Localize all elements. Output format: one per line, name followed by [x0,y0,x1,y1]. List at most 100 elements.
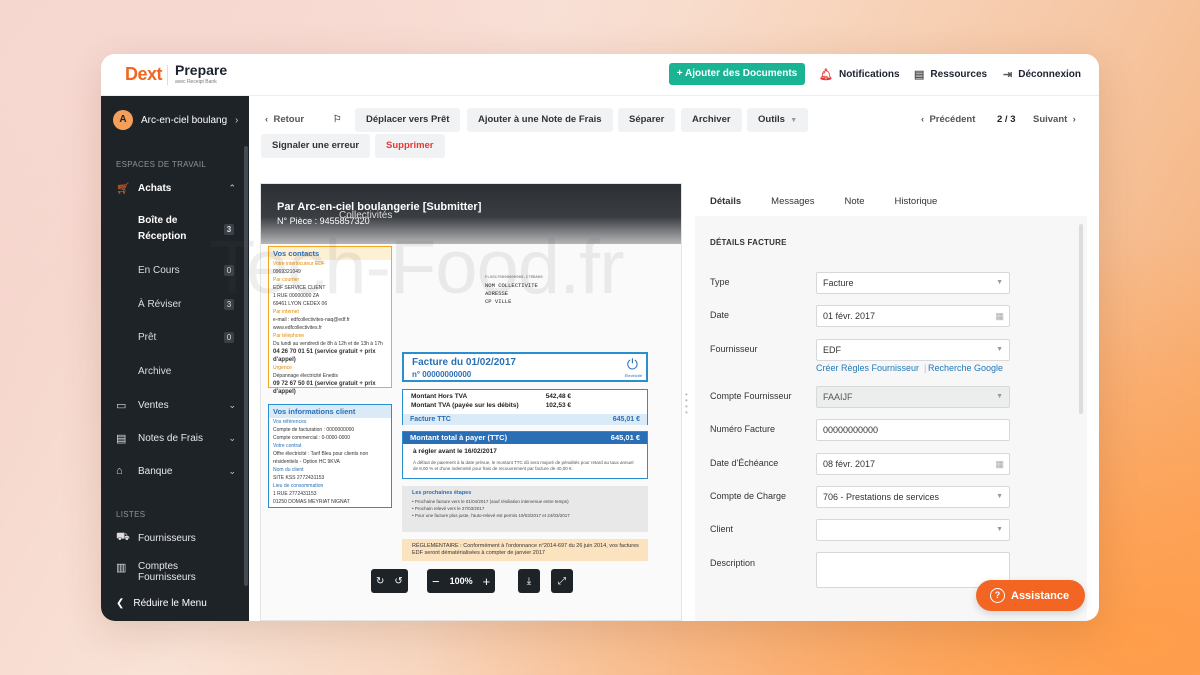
sidebar-item-label-cut: Fournisseurs [138,572,196,583]
info-line: 01250 DOMAS MEYRIAT NIGNAT [273,499,350,505]
back-button[interactable]: ‹ Retour [265,108,304,132]
sidebar-sub-inbox[interactable]: Boîte de Réception 3 [138,213,234,245]
tab-history[interactable]: Historique [880,188,953,216]
collapse-menu-button[interactable]: ❮ Réduire le Menu [116,598,207,609]
info-line: Compte commercial : 0-0000-0000 [273,435,350,441]
sidebar-sub-in-progress[interactable]: En Cours 0 [138,265,234,276]
card-icon: ▭ [116,399,127,412]
supplier-account-select[interactable]: FAAIJF ▼ [816,386,1010,408]
dext-logo[interactable]: Dext [125,64,163,85]
zoom-out-icon[interactable]: − [427,574,445,589]
fullscreen-icon[interactable]: ⤢ [551,569,573,593]
due-date-field[interactable]: 08 févr. 2017 ▦ [816,453,1010,475]
description-label: Description [710,558,756,568]
invoice-title-box: Facture du 01/02/2017 n° 00000000000 ⏻ É… [402,352,648,382]
google-search-link[interactable]: Recherche Google [928,363,1003,373]
collapse-left-icon: ❮ [116,598,125,609]
sidebar-sub-label: En Cours [138,265,180,276]
sidebar-item-notes-frais[interactable]: ▤ Notes de Frais ⌄ [116,428,236,448]
invoice-number: n° 00000000000 [412,370,472,379]
sidebar-item-banque[interactable]: ⌂ Banque ⌄ [116,461,236,481]
tab-messages[interactable]: Messages [756,188,829,216]
assistance-button[interactable]: ? Assistance [976,580,1085,611]
invoice-number-field[interactable]: 00000000000 [816,419,1010,441]
supplier-label: Fournisseur [710,344,758,354]
caret-down-icon: ▼ [996,279,1003,286]
amount-row: Montant Hors TVA 542,48 € [411,393,641,400]
address-line: CP VILLE [485,298,512,305]
payment-due: à régler avant le 16/02/2017 [413,448,497,455]
create-supplier-rules-link[interactable]: Créer Règles Fournisseur [816,363,919,373]
sidebar-sub-review[interactable]: À Réviser 3 [138,299,234,310]
sidebar-item-label-wrap: Comptes Fournisseurs [132,561,236,583]
product-subtitle: avec Receipt Bank [175,79,217,85]
resources-link[interactable]: ▤ Ressources [914,68,987,81]
payment-fine-print: À défaut de paiement à la date prévue, l… [413,460,634,471]
amount-row: Montant TVA (payée sur les débits) 102,5… [411,402,641,409]
count-badge: 3 [224,223,234,235]
report-error-button[interactable]: Signaler une erreur [261,134,371,158]
notifications-link[interactable]: 🔔︎ Notifications [819,68,900,81]
sidebar-item-label: Notes de Frais [138,432,204,444]
link-separator: | [924,363,927,373]
contacts-line: 0969321049 [273,269,301,275]
split-button[interactable]: Séparer [618,108,676,132]
flag-icon[interactable]: ⚐ [333,108,342,132]
logout-link[interactable]: ⇥ Déconnexion [1003,68,1081,81]
sidebar-item-fournisseurs[interactable]: ⛟︎ Fournisseurs [116,528,236,548]
panel-scrollbar[interactable] [1079,224,1083,414]
lists-heading: LISTES [116,510,146,519]
count-badge: 0 [224,265,234,276]
payment-header: Montant total à payer (TTC) 645,01 € [403,432,647,444]
account-name: Arc-en-ciel boulang... [141,114,227,126]
add-documents-button[interactable]: + Ajouter des Documents [669,63,805,85]
client-label: Client [710,524,734,534]
sidebar-item-label: Comptes [138,561,179,572]
contacts-line: 09 72 67 50 01 (service gratuit + prix d… [273,381,376,395]
back-label: Retour [273,114,305,125]
download-icon[interactable]: ⤓ [518,569,540,593]
archive-button[interactable]: Archiver [681,108,742,132]
sidebar-item-label: Achats [138,182,172,194]
caret-down-icon: ▼ [996,346,1003,353]
sidebar-item-ventes[interactable]: ▭ Ventes ⌄ [116,395,236,415]
logo-divider [167,65,168,85]
sidebar-item-achats[interactable]: 🛒︎ Achats ⌃ [116,178,236,198]
sidebar-sub-archive[interactable]: Archive [138,366,234,377]
previous-button[interactable]: ‹ Précédent [921,108,975,132]
contacts-line: Urgence [273,365,292,371]
tab-note[interactable]: Note [829,188,879,216]
client-select[interactable]: ▼ [816,519,1010,541]
add-to-expense-report-button[interactable]: Ajouter à une Note de Frais [467,108,613,132]
next-steps-box: Les prochaines étapes • Prochaine factur… [402,486,648,532]
next-button[interactable]: Suivant › [1033,108,1076,132]
document-viewer[interactable]: Vos contacts Votre interlocuteur EDF 096… [260,183,682,621]
cart-icon: 🛒︎ [116,182,130,195]
help-icon: ? [990,588,1005,603]
tools-label: Outils [758,114,785,125]
sidebar-sub-ready[interactable]: Prêt 0 [138,332,234,343]
move-to-ready-button[interactable]: Déplacer vers Prêt [355,108,461,132]
info-line: 1 RUE 2772431153 [273,491,317,497]
tools-dropdown[interactable]: Outils ▼ [747,108,809,132]
delete-button[interactable]: Supprimer [375,134,445,158]
date-field[interactable]: 01 févr. 2017 ▦ [816,305,1010,327]
charge-account-select[interactable]: 706 - Prestations de services ▼ [816,486,1010,508]
sidebar-scrollbar[interactable] [244,146,248,586]
document-header-overlay: Par Arc-en-ciel boulangerie [Submitter] … [261,184,681,244]
due-date-label: Date d'Échéance [710,458,779,468]
zoom-in-icon[interactable]: + [478,574,496,589]
supplier-select[interactable]: EDF ▼ [816,339,1010,361]
resize-handle[interactable]: • • • • [685,391,691,417]
page-indicator: 2 / 3 [997,114,1016,125]
contacts-line: e-mail : edfcollectivites-naq@edf.fr [273,317,350,323]
sidebar-item-comptes[interactable]: ▥ Comptes Fournisseurs [116,561,236,587]
tab-details[interactable]: Détails [695,188,757,216]
account-switcher[interactable]: A Arc-en-ciel boulang... › [113,108,239,132]
type-select[interactable]: Facture ▼ [816,272,1010,294]
amount-label: Montant TVA (payée sur les débits) [411,402,519,409]
rotate-right-icon[interactable]: ↺ [389,576,407,587]
contacts-box: Vos contacts Votre interlocuteur EDF 096… [268,246,392,395]
supplier-value: EDF [823,345,841,355]
rotate-left-icon[interactable]: ↻ [371,576,389,587]
